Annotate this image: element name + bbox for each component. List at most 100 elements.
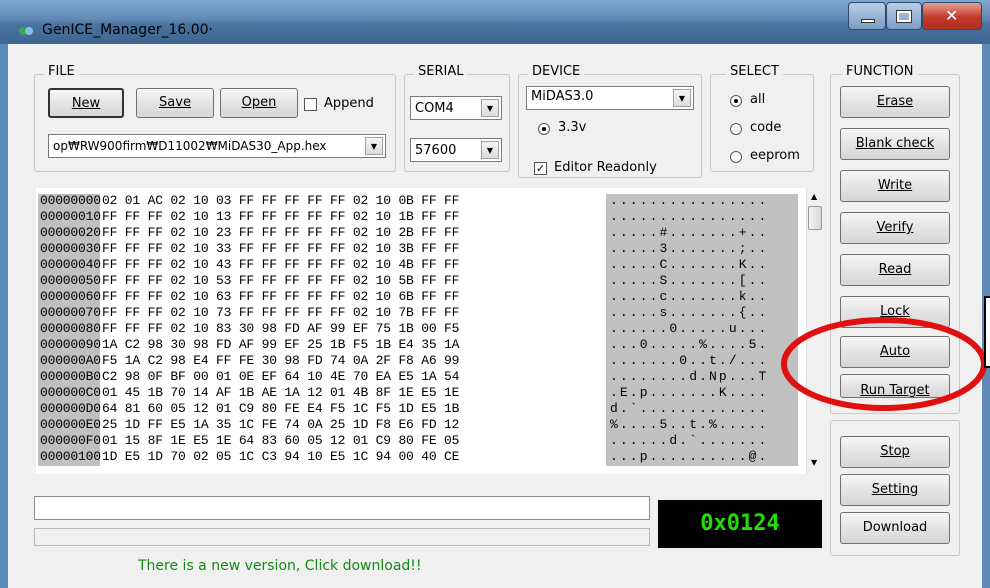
function-legend: FUNCTION bbox=[842, 64, 918, 79]
scroll-down-icon[interactable]: ▼ bbox=[811, 458, 817, 467]
hex-address: 00000050 bbox=[40, 273, 101, 288]
device-combo[interactable]: MiDAS3.0 ▼ bbox=[526, 86, 694, 110]
hex-bytes: F5 1A C2 98 E4 FF FE 30 98 FD 74 0A 2F F… bbox=[102, 353, 460, 368]
hex-bytes: FF FF FF 02 10 73 FF FF FF FF FF 02 10 7… bbox=[102, 305, 460, 320]
select-all-label: all bbox=[750, 92, 766, 107]
append-checkbox[interactable] bbox=[304, 98, 317, 111]
append-label: Append bbox=[324, 96, 374, 111]
annotation-bracket bbox=[984, 296, 990, 368]
minimize-button[interactable] bbox=[848, 2, 886, 30]
editor-readonly-checkbox[interactable]: ✓ bbox=[534, 162, 547, 175]
hex-address: 00000070 bbox=[40, 305, 101, 320]
hex-bytes: FF FF FF 02 10 53 FF FF FF FF FF 02 10 5… bbox=[102, 273, 460, 288]
hex-editor[interactable]: 00000000 02 01 AC 02 10 03 FF FF FF FF FF… bbox=[36, 188, 824, 474]
message-input[interactable] bbox=[34, 496, 650, 520]
save-button[interactable]: Save bbox=[136, 88, 214, 118]
new-button[interactable]: New bbox=[48, 88, 124, 118]
hex-ascii: .....#.......+.. bbox=[610, 225, 769, 240]
maximize-button[interactable] bbox=[886, 2, 922, 30]
baud-rate-value: 57600 bbox=[415, 143, 457, 158]
hex-address: 00000000 bbox=[40, 193, 101, 208]
maximize-icon bbox=[896, 10, 912, 23]
select-code-radio[interactable] bbox=[730, 123, 742, 135]
scrollbar-thumb[interactable] bbox=[808, 206, 822, 230]
verify-button[interactable]: Verify bbox=[840, 212, 950, 244]
download-button-label: Download bbox=[862, 520, 928, 535]
voltage-radio[interactable] bbox=[538, 123, 550, 135]
hex-address: 000000C0 bbox=[40, 385, 101, 400]
editor-readonly-label: Editor Readonly bbox=[554, 160, 657, 175]
hex-ascii: ...p..........@. bbox=[610, 449, 769, 464]
select-all-radio[interactable] bbox=[730, 95, 742, 107]
address-display: 0x0124 bbox=[658, 500, 822, 548]
chevron-down-icon: ▼ bbox=[481, 99, 499, 117]
hex-ascii: d.`............. bbox=[610, 401, 769, 416]
hex-bytes: C2 98 0F BF 00 01 0E EF 64 10 4E 70 EA E… bbox=[102, 369, 460, 384]
setting-button-label: Setting bbox=[871, 482, 919, 497]
serial-port-combo[interactable]: COM4 ▼ bbox=[410, 96, 502, 120]
hex-ascii: ................ bbox=[610, 193, 769, 208]
hex-address: 00000080 bbox=[40, 321, 101, 336]
hex-address: 000000A0 bbox=[40, 353, 101, 368]
hex-address: 00000060 bbox=[40, 289, 101, 304]
download-button[interactable]: Download bbox=[840, 512, 950, 544]
select-code-label: code bbox=[750, 120, 782, 135]
hex-address: 00000030 bbox=[40, 241, 101, 256]
read-button-label: Read bbox=[878, 262, 912, 277]
write-button-label: Write bbox=[877, 178, 913, 193]
window-frame-left bbox=[0, 44, 8, 588]
hex-bytes: FF FF FF 02 10 23 FF FF FF FF FF 02 10 2… bbox=[102, 225, 460, 240]
hex-bytes: 1D E5 1D 70 02 05 1C C3 94 10 E5 1C 94 0… bbox=[102, 449, 460, 464]
hex-ascii: ...0.....%....5. bbox=[610, 337, 769, 352]
hex-ascii: .....C.......K.. bbox=[610, 257, 769, 272]
hex-ascii: ......d.`....... bbox=[610, 433, 769, 448]
minimize-icon bbox=[861, 19, 875, 23]
hex-ascii: .....c.......k.. bbox=[610, 289, 769, 304]
chevron-down-icon: ▼ bbox=[481, 141, 499, 159]
blank-check-button-label: Blank check bbox=[855, 136, 935, 151]
hex-address: 000000E0 bbox=[40, 417, 101, 432]
hex-ascii: .....S.......[.. bbox=[610, 273, 769, 288]
select-legend: SELECT bbox=[726, 64, 783, 79]
hex-ascii: ................ bbox=[610, 209, 769, 224]
hex-address: 00000040 bbox=[40, 257, 101, 272]
hex-bytes: 25 1D FF E5 1A 35 1C FE 74 0A 25 1D F8 E… bbox=[102, 417, 460, 432]
hex-ascii: .....s.......{.. bbox=[610, 305, 769, 320]
hex-address: 00000020 bbox=[40, 225, 101, 240]
app-window: GenICE_Manager_16.00· ✕ FILE New Save Op… bbox=[0, 0, 990, 588]
hex-ascii: %....5..t.%..... bbox=[610, 417, 769, 432]
write-button[interactable]: Write bbox=[840, 170, 950, 202]
read-button[interactable]: Read bbox=[840, 254, 950, 286]
device-legend: DEVICE bbox=[528, 64, 585, 79]
file-legend: FILE bbox=[44, 64, 79, 79]
close-icon: ✕ bbox=[945, 6, 959, 25]
baud-rate-combo[interactable]: 57600 ▼ bbox=[410, 138, 502, 162]
update-notice: There is a new version, Click download!! bbox=[138, 558, 422, 574]
hex-bytes: FF FF FF 02 10 63 FF FF FF FF FF 02 10 6… bbox=[102, 289, 460, 304]
open-button-label: Open bbox=[241, 95, 277, 110]
chevron-down-icon: ▼ bbox=[365, 137, 383, 155]
hex-bytes: FF FF FF 02 10 43 FF FF FF FF FF 02 10 4… bbox=[102, 257, 460, 272]
hex-bytes: FF FF FF 02 10 83 30 98 FD AF 99 EF 75 1… bbox=[102, 321, 460, 336]
stop-button[interactable]: Stop bbox=[840, 436, 950, 468]
window-title: GenICE_Manager_16.00· bbox=[42, 22, 213, 38]
erase-button-label: Erase bbox=[876, 94, 914, 109]
close-button[interactable]: ✕ bbox=[922, 2, 982, 30]
serial-port-value: COM4 bbox=[415, 101, 454, 116]
hex-bytes: 01 45 1B 70 14 AF 1B AE 1A 12 01 4B 8F 1… bbox=[102, 385, 460, 400]
scroll-up-icon[interactable]: ▲ bbox=[811, 192, 817, 201]
erase-button[interactable]: Erase bbox=[840, 86, 950, 118]
file-path-value: op₩RW900firm₩D11002₩MiDAS30_App.hex bbox=[53, 139, 327, 153]
device-value: MiDAS3.0 bbox=[531, 89, 594, 104]
setting-button[interactable]: Setting bbox=[840, 474, 950, 506]
hex-address: 00000100 bbox=[40, 449, 101, 464]
select-eeprom-radio[interactable] bbox=[730, 151, 742, 163]
hex-ascii: .......0..t./... bbox=[610, 353, 769, 368]
hex-ascii: ........d.Np...T bbox=[610, 369, 769, 384]
hex-bytes: 02 01 AC 02 10 03 FF FF FF FF FF 02 10 0… bbox=[102, 193, 460, 208]
highlight-circle bbox=[781, 317, 987, 411]
app-icon bbox=[18, 24, 34, 38]
open-button[interactable]: Open bbox=[220, 88, 298, 118]
blank-check-button[interactable]: Blank check bbox=[840, 128, 950, 160]
file-path-combo[interactable]: op₩RW900firm₩D11002₩MiDAS30_App.hex ▼ bbox=[48, 134, 386, 158]
